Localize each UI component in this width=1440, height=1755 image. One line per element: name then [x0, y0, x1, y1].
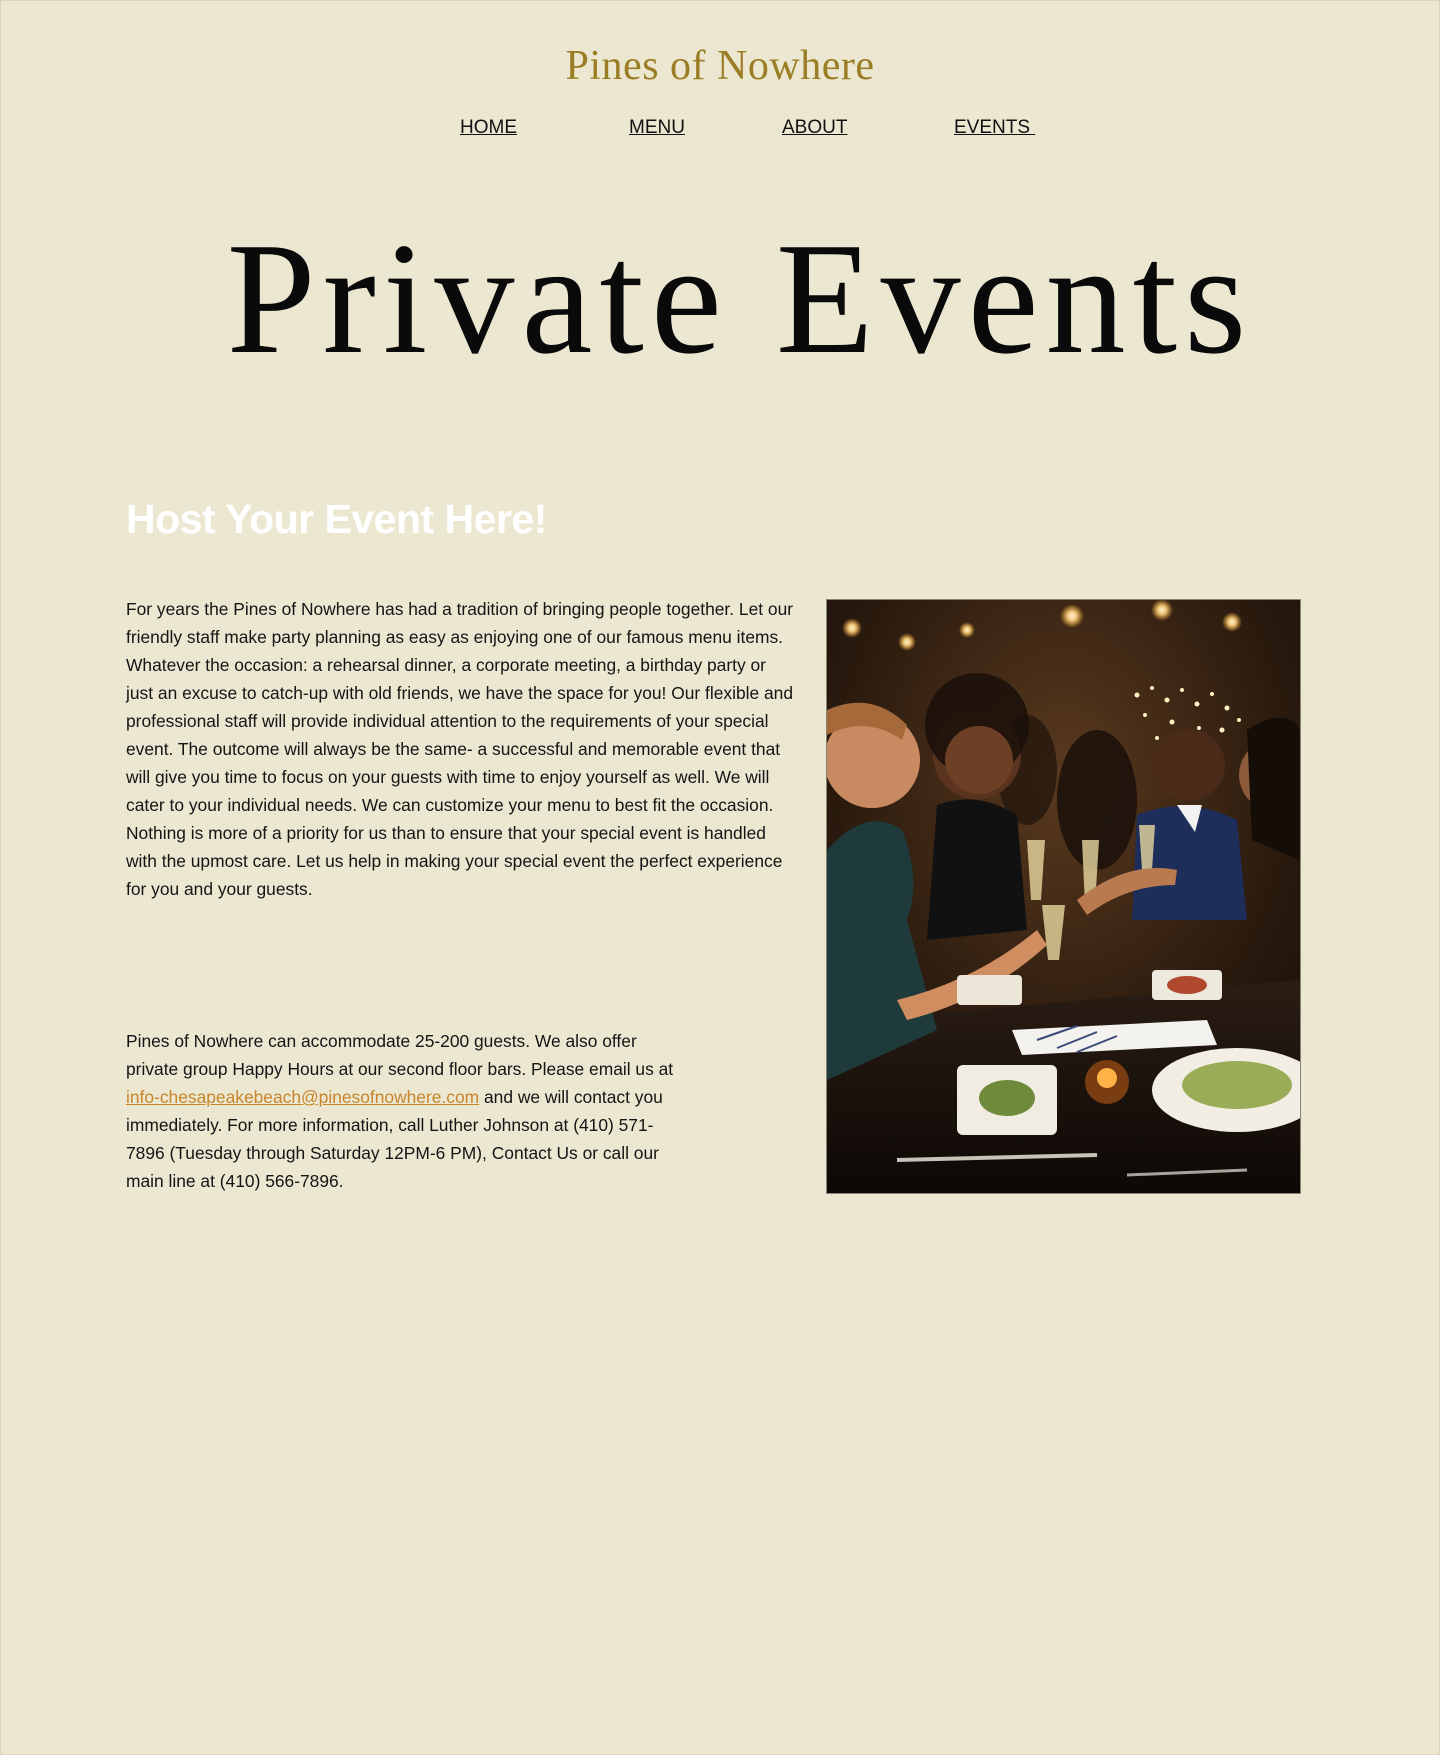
nav-home-link[interactable]: HOME — [460, 117, 517, 139]
section-heading: Host Your Event Here! — [126, 496, 547, 542]
brand-logo[interactable]: Pines of Nowhere — [0, 42, 1440, 90]
event-photo-illustration — [827, 600, 1300, 1193]
page-title: Private Events — [226, 209, 1254, 387]
nav-about-link[interactable]: ABOUT — [782, 117, 847, 139]
event-photo — [826, 599, 1301, 1194]
nav-menu-link[interactable]: MENU — [629, 117, 685, 139]
contact-paragraph: Pines of Nowhere can accommodate 25-200 … — [126, 1027, 686, 1195]
contact-text-before: Pines of Nowhere can accommodate 25-200 … — [126, 1031, 674, 1079]
nav-events-link[interactable]: EVENTS — [954, 117, 1035, 139]
email-link[interactable]: info-chesapeakebeach@pinesofnowhere.com — [126, 1087, 479, 1107]
intro-paragraph: For years the Pines of Nowhere has had a… — [126, 599, 794, 899]
main-nav: HOME MENU ABOUT EVENTS — [0, 117, 1440, 141]
